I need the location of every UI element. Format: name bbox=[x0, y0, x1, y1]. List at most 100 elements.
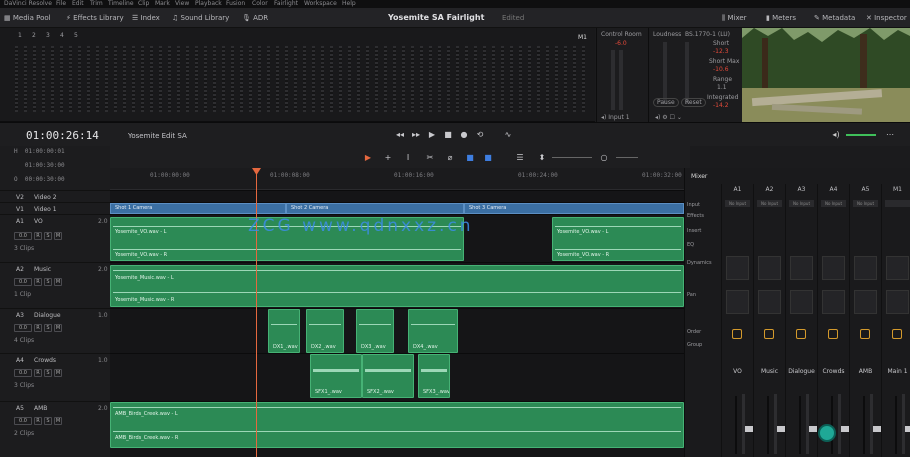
solo-button[interactable]: S bbox=[44, 232, 52, 240]
sound-library-button[interactable]: ♫ Sound Library bbox=[172, 12, 229, 24]
metadata-button[interactable]: ✎ Metadata bbox=[814, 12, 855, 24]
loop-icon[interactable]: ⟲ bbox=[474, 129, 486, 141]
track-header-a1[interactable]: A1 VO 2.0 0.0 R S M 3 Clips bbox=[0, 214, 110, 262]
solo-button[interactable]: S bbox=[44, 417, 52, 425]
monitor-volume-slider[interactable] bbox=[846, 134, 876, 136]
menu-app[interactable]: DaVinci Resolve bbox=[4, 0, 52, 8]
mixer-eq-graph[interactable] bbox=[758, 256, 781, 280]
mixer-eq-graph[interactable] bbox=[726, 256, 749, 280]
mixer-input-select[interactable] bbox=[885, 200, 910, 207]
mixer-pan-graph[interactable] bbox=[758, 290, 781, 314]
menu-view[interactable]: View bbox=[175, 0, 189, 8]
mixer-channel-strip[interactable]: A2 No Input Music bbox=[753, 184, 786, 457]
index-button[interactable]: ☰ Index bbox=[132, 12, 160, 24]
audio-clip[interactable]: AMB_Birds_Creek.wav - L AMB_Birds_Creek.… bbox=[110, 402, 684, 448]
mute-button[interactable]: M bbox=[54, 369, 62, 377]
rewind-icon[interactable]: ◂◂ bbox=[394, 129, 406, 141]
audio-clip[interactable]: SFX2_.wav bbox=[362, 354, 414, 398]
mixer-fader-track[interactable] bbox=[895, 396, 910, 454]
mixer-group-button[interactable] bbox=[860, 329, 870, 339]
menu-fairlight[interactable]: Fairlight bbox=[274, 0, 298, 8]
flag-icon[interactable]: ■ bbox=[482, 152, 494, 164]
mixer-pan-graph[interactable] bbox=[822, 290, 845, 314]
adr-button[interactable]: 🎙 ADR bbox=[242, 12, 268, 24]
video-clip[interactable]: Shot 2 Camera bbox=[286, 203, 464, 214]
video-clip[interactable]: Shot 3 Camera bbox=[464, 203, 684, 214]
fast-forward-icon[interactable]: ▸▸ bbox=[410, 129, 422, 141]
track-gain[interactable]: 0.0 bbox=[14, 417, 32, 425]
video-clip[interactable]: Shot 1 Camera bbox=[110, 203, 286, 214]
track-gain[interactable]: 0.0 bbox=[14, 369, 32, 377]
pause-button[interactable]: Pause bbox=[653, 98, 679, 107]
audio-clip[interactable]: Yosemite_Music.wav - L Yosemite_Music.wa… bbox=[110, 265, 684, 307]
menu-timeline[interactable]: Timeline bbox=[108, 0, 134, 8]
solo-button[interactable]: S bbox=[44, 369, 52, 377]
mixer-group-button[interactable] bbox=[828, 329, 838, 339]
menu-mark[interactable]: Mark bbox=[155, 0, 170, 8]
snap-icon[interactable]: ■ bbox=[464, 152, 476, 164]
mixer-input-select[interactable]: No Input bbox=[821, 200, 846, 207]
track-gain[interactable]: 0.0 bbox=[14, 278, 32, 286]
inspector-button[interactable]: ✕ Inspector bbox=[866, 12, 907, 24]
reset-button[interactable]: Reset bbox=[681, 98, 706, 107]
meters-button[interactable]: ▮ Meters bbox=[766, 12, 796, 24]
play-icon[interactable]: ▶ bbox=[426, 129, 438, 141]
zoom-slider[interactable] bbox=[552, 157, 592, 158]
menu-edit[interactable]: Edit bbox=[72, 0, 84, 8]
mute-button[interactable]: M bbox=[54, 232, 62, 240]
track-header-a2[interactable]: A2 Music 2.0 0.0 R S M 1 Clip bbox=[0, 262, 110, 308]
audio-clip[interactable]: SFX1_.wav bbox=[310, 354, 362, 398]
audio-clip[interactable]: DX4_.wav bbox=[408, 309, 458, 353]
automation-icon[interactable]: ∿ bbox=[502, 129, 514, 141]
audio-clip[interactable]: Yosemite_VO.wav - L Yosemite_VO.wav - R bbox=[552, 217, 684, 261]
mixer-fader-track[interactable] bbox=[799, 396, 818, 454]
monitor-options-icon[interactable]: ⋯ bbox=[884, 129, 896, 141]
mixer-channel-strip[interactable]: A4 No Input Crowds bbox=[817, 184, 850, 457]
menu-playback[interactable]: Playback bbox=[195, 0, 222, 8]
track-gain[interactable]: 0.0 bbox=[14, 324, 32, 332]
track-height-slider[interactable] bbox=[616, 157, 638, 158]
record-arm-button[interactable]: R bbox=[34, 232, 42, 240]
mixer-eq-graph[interactable] bbox=[854, 256, 877, 280]
audio-clip[interactable]: SFX3_.wav bbox=[418, 354, 450, 398]
marker-icon[interactable]: ☰ bbox=[514, 152, 526, 164]
razor-tool-icon[interactable]: ✂ bbox=[424, 152, 436, 164]
stop-icon[interactable]: ■ bbox=[442, 129, 454, 141]
menu-clip[interactable]: Clip bbox=[138, 0, 149, 8]
video-viewer[interactable] bbox=[742, 28, 910, 122]
timeline-ruler[interactable]: 01:00:00:00 01:00:08:00 01:00:16:00 01:0… bbox=[110, 168, 684, 190]
timecode-display[interactable]: 01:00:26:14 bbox=[26, 129, 99, 142]
track-height-icon[interactable]: ○ bbox=[598, 152, 610, 164]
loudness-controls-icon[interactable]: ◂) ⚙ ☐ ⌄ bbox=[655, 114, 682, 121]
mixer-eq-graph[interactable] bbox=[790, 256, 813, 280]
record-arm-button[interactable]: R bbox=[34, 278, 42, 286]
edit-tool-icon[interactable]: I bbox=[402, 152, 414, 164]
menu-color[interactable]: Color bbox=[252, 0, 268, 8]
mute-button[interactable]: M bbox=[54, 324, 62, 332]
solo-button[interactable]: S bbox=[44, 324, 52, 332]
mixer-pan-graph[interactable] bbox=[790, 290, 813, 314]
mixer-fader-track[interactable] bbox=[863, 396, 882, 454]
track-header-v1[interactable]: V1 Video 1 bbox=[0, 202, 110, 214]
audio-clip[interactable]: DX1_.wav bbox=[268, 309, 300, 353]
mixer-group-button[interactable] bbox=[764, 329, 774, 339]
mixer-channel-strip[interactable]: M1 Main 1 bbox=[881, 184, 910, 457]
menu-trim[interactable]: Trim bbox=[90, 0, 103, 8]
track-header-a4[interactable]: A4 Crowds 1.0 0.0 R S M 3 Clips bbox=[0, 353, 110, 401]
menu-fusion[interactable]: Fusion bbox=[226, 0, 245, 8]
track-header-a3[interactable]: A3 Dialogue 1.0 0.0 R S M 4 Clips bbox=[0, 308, 110, 353]
track-header-v2[interactable]: V2 Video 2 bbox=[0, 190, 110, 202]
mixer-input-select[interactable]: No Input bbox=[789, 200, 814, 207]
mixer-input-select[interactable]: No Input bbox=[725, 200, 750, 207]
mixer-channel-strip[interactable]: A1 No Input VO bbox=[721, 184, 754, 457]
mixer-input-select[interactable]: No Input bbox=[757, 200, 782, 207]
media-pool-button[interactable]: ▦ Media Pool bbox=[4, 12, 51, 24]
mixer-eq-graph[interactable] bbox=[886, 256, 909, 280]
mixer-fader-track[interactable] bbox=[767, 396, 786, 454]
mixer-input-select[interactable]: No Input bbox=[853, 200, 878, 207]
mixer-eq-graph[interactable] bbox=[822, 256, 845, 280]
mixer-pan-graph[interactable] bbox=[726, 290, 749, 314]
link-tool-icon[interactable]: ⌀ bbox=[444, 152, 456, 164]
menu-file[interactable]: File bbox=[56, 0, 66, 8]
track-header-a5[interactable]: A5 AMB 2.0 0.0 R S M 2 Clips bbox=[0, 401, 110, 457]
